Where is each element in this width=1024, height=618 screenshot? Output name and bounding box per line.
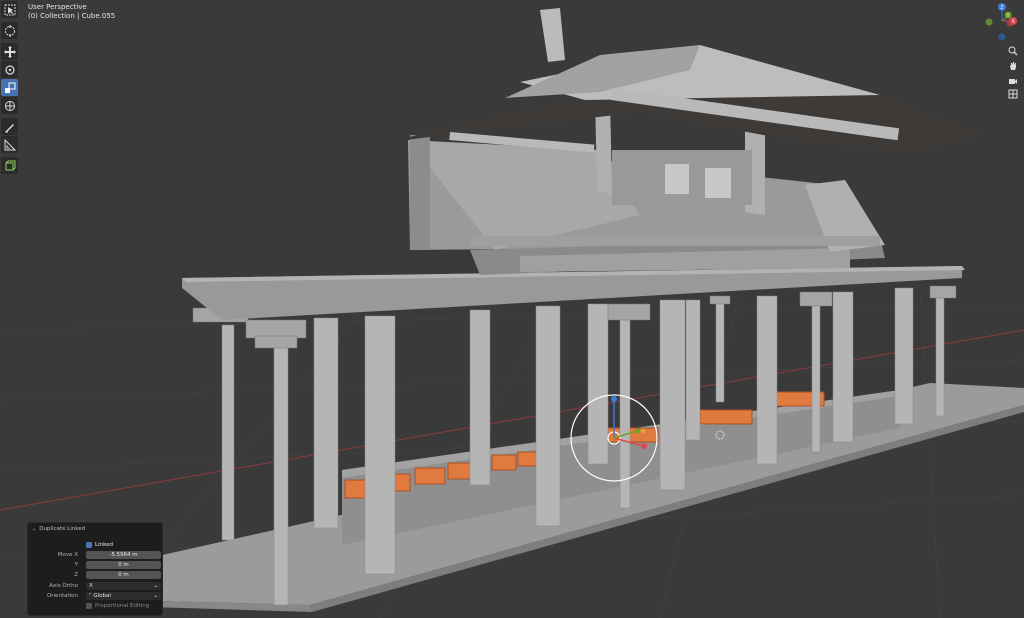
orientation-row: Orientation ⌜ Global ⌄	[30, 591, 161, 600]
zoom-icon	[1008, 46, 1018, 56]
linked-checkbox[interactable]: Linked	[86, 541, 161, 549]
linked-row: Linked	[30, 540, 160, 549]
collection-text: (0) Collection | Cube.055	[28, 12, 116, 20]
move-z-field[interactable]: 0 m	[86, 570, 161, 579]
grid-icon	[1008, 89, 1018, 99]
select-box-icon	[4, 4, 15, 15]
axis-ortho-row: Axis Ortho X ⌄	[30, 581, 161, 590]
proportional-row: Proportional Editing	[30, 601, 160, 610]
camera-icon	[1009, 79, 1017, 84]
hand-icon	[1010, 62, 1016, 70]
zoom-button[interactable]	[1006, 44, 1020, 58]
view-mode-text: User Perspective	[28, 3, 87, 11]
3d-viewport[interactable]: User Perspective (0) Collection | Cube.0…	[0, 0, 1024, 618]
scale-icon	[4, 82, 15, 93]
chevron-down-icon: ⌄	[153, 592, 158, 599]
cursor-tool[interactable]	[1, 22, 18, 39]
orientation-label: Orientation	[46, 592, 78, 599]
pan-button[interactable]	[1006, 59, 1020, 73]
gizmo-y-label: Y	[1006, 13, 1010, 19]
orientation-dropdown[interactable]: ⌜ Global ⌄	[86, 591, 161, 600]
move-icon	[3, 45, 16, 58]
proportional-checkbox[interactable]: Proportional Editing	[86, 602, 161, 610]
select-box-tool[interactable]	[1, 1, 18, 18]
add-cube-tool[interactable]	[1, 157, 18, 174]
rotate-tool[interactable]	[1, 61, 18, 78]
move-z-label: Z	[74, 571, 78, 578]
axis-ortho-dropdown[interactable]: X ⌄	[86, 581, 161, 590]
move-y-field[interactable]: 0 m	[86, 560, 161, 569]
axis-ortho-value: X	[89, 582, 93, 589]
measure-tool[interactable]	[1, 136, 18, 153]
move-tool[interactable]	[1, 43, 18, 60]
scale-tool[interactable]	[1, 79, 18, 96]
orientation-global-icon: ⌜	[89, 592, 92, 599]
annotate-icon	[4, 123, 14, 132]
operator-title: Duplicate Linked	[39, 526, 86, 532]
top-roof	[405, 8, 985, 153]
measure-icon	[4, 138, 16, 150]
operator-panel-header[interactable]: ⌄ Duplicate Linked	[32, 526, 85, 532]
axis-ortho-label: Axis Ortho	[49, 582, 78, 589]
move-x-field[interactable]: -5.5964 m	[86, 550, 161, 559]
gizmo-z-label: Z	[1000, 5, 1004, 11]
linked-label: Linked	[95, 541, 113, 548]
rotate-icon	[4, 64, 15, 75]
viewport-info: User Perspective (0) Collection | Cube.0…	[28, 3, 115, 21]
cursor-icon	[4, 24, 15, 37]
ortho-toggle-button[interactable]	[1006, 87, 1020, 101]
navigation-gizmo[interactable]: Z X Y	[982, 0, 1024, 42]
checkbox-unchecked-icon	[86, 602, 92, 609]
operator-panel: ⌄ Duplicate Linked Linked Move X -5.5964…	[27, 522, 163, 616]
camera-view-button[interactable]	[1006, 74, 1020, 88]
move-y-row: Y 0 m	[30, 560, 161, 569]
orientation-value: Global	[93, 592, 111, 599]
move-x-label: Move X	[57, 551, 78, 558]
proportional-label: Proportional Editing	[95, 602, 150, 609]
move-z-row: Z 0 m	[30, 570, 161, 579]
tool-shelf	[1, 1, 18, 175]
transform-tool[interactable]	[1, 97, 18, 114]
gizmo-x-label: X	[1011, 19, 1015, 25]
checkbox-checked-icon	[86, 541, 92, 548]
move-y-label: Y	[74, 561, 78, 568]
chevron-down-icon: ⌄	[32, 526, 37, 532]
add-cube-icon	[5, 160, 15, 170]
move-x-row: Move X -5.5964 m	[30, 550, 161, 559]
chevron-down-icon: ⌄	[153, 582, 158, 589]
annotate-tool[interactable]	[1, 118, 18, 135]
transform-icon	[4, 100, 15, 111]
